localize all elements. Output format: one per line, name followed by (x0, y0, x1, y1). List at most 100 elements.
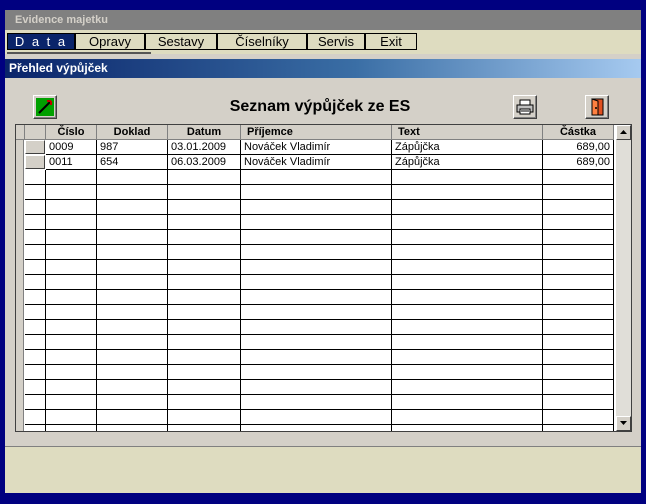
table-cell[interactable]: 654 (97, 155, 168, 170)
empty-cell[interactable] (543, 305, 614, 320)
empty-cell[interactable] (543, 380, 614, 395)
row-selector-cell[interactable] (25, 200, 46, 215)
empty-cell[interactable] (46, 305, 97, 320)
empty-cell[interactable] (543, 395, 614, 410)
empty-cell[interactable] (46, 320, 97, 335)
empty-cell[interactable] (392, 320, 543, 335)
row-selector-cell[interactable] (25, 410, 46, 425)
table-cell[interactable]: 987 (97, 140, 168, 155)
row-selector-cell[interactable] (25, 230, 46, 245)
empty-cell[interactable] (392, 365, 543, 380)
empty-cell[interactable] (97, 320, 168, 335)
table-cell[interactable]: 0009 (46, 140, 97, 155)
empty-cell[interactable] (46, 365, 97, 380)
empty-cell[interactable] (543, 365, 614, 380)
empty-cell[interactable] (392, 245, 543, 260)
print-button[interactable] (513, 95, 537, 119)
empty-cell[interactable] (392, 395, 543, 410)
empty-cell[interactable] (543, 335, 614, 350)
empty-cell[interactable] (543, 200, 614, 215)
empty-cell[interactable] (392, 425, 543, 431)
scroll-down-button[interactable] (616, 416, 631, 431)
menu-opravy[interactable]: Opravy (75, 33, 145, 50)
table-cell[interactable]: 689,00 (543, 140, 614, 155)
row-selector-cell[interactable] (25, 305, 46, 320)
empty-cell[interactable] (392, 410, 543, 425)
empty-cell[interactable] (392, 305, 543, 320)
row-select-button[interactable] (25, 155, 45, 169)
empty-cell[interactable] (97, 260, 168, 275)
empty-cell[interactable] (46, 335, 97, 350)
empty-cell[interactable] (168, 185, 241, 200)
table-cell[interactable]: 06.03.2009 (168, 155, 241, 170)
table-cell[interactable]: 689,00 (543, 155, 614, 170)
empty-cell[interactable] (46, 230, 97, 245)
empty-cell[interactable] (46, 215, 97, 230)
empty-cell[interactable] (241, 425, 392, 431)
row-select-button[interactable] (25, 140, 45, 154)
empty-cell[interactable] (241, 230, 392, 245)
empty-cell[interactable] (392, 215, 543, 230)
column-header-castka[interactable]: Částka (543, 125, 614, 140)
empty-cell[interactable] (97, 230, 168, 245)
empty-cell[interactable] (46, 275, 97, 290)
empty-cell[interactable] (241, 380, 392, 395)
empty-cell[interactable] (168, 200, 241, 215)
empty-cell[interactable] (168, 215, 241, 230)
empty-cell[interactable] (392, 185, 543, 200)
row-selector-cell[interactable] (25, 425, 46, 431)
empty-cell[interactable] (241, 365, 392, 380)
empty-cell[interactable] (392, 170, 543, 185)
empty-cell[interactable] (392, 260, 543, 275)
column-header-datum[interactable]: Datum (168, 125, 241, 140)
menu-data[interactable]: D a t a (7, 33, 75, 50)
empty-cell[interactable] (97, 185, 168, 200)
empty-cell[interactable] (97, 290, 168, 305)
empty-cell[interactable] (97, 200, 168, 215)
row-selector-cell[interactable] (25, 290, 46, 305)
empty-cell[interactable] (543, 245, 614, 260)
empty-cell[interactable] (241, 215, 392, 230)
row-selector-cell[interactable] (25, 320, 46, 335)
empty-cell[interactable] (97, 350, 168, 365)
empty-cell[interactable] (46, 290, 97, 305)
empty-cell[interactable] (392, 350, 543, 365)
empty-cell[interactable] (168, 350, 241, 365)
empty-cell[interactable] (46, 185, 97, 200)
empty-cell[interactable] (241, 350, 392, 365)
empty-cell[interactable] (392, 380, 543, 395)
menu-exit[interactable]: Exit (365, 33, 417, 50)
empty-cell[interactable] (241, 305, 392, 320)
empty-cell[interactable] (241, 335, 392, 350)
empty-cell[interactable] (241, 260, 392, 275)
empty-cell[interactable] (543, 320, 614, 335)
vertical-scrollbar[interactable] (616, 125, 631, 431)
empty-cell[interactable] (392, 335, 543, 350)
row-selector-cell[interactable] (25, 350, 46, 365)
empty-cell[interactable] (168, 380, 241, 395)
empty-cell[interactable] (46, 245, 97, 260)
exit-button[interactable] (585, 95, 609, 119)
empty-cell[interactable] (168, 320, 241, 335)
empty-cell[interactable] (46, 260, 97, 275)
row-selector-cell[interactable] (25, 365, 46, 380)
empty-cell[interactable] (168, 275, 241, 290)
empty-cell[interactable] (97, 335, 168, 350)
empty-cell[interactable] (168, 425, 241, 431)
empty-cell[interactable] (97, 275, 168, 290)
empty-cell[interactable] (543, 275, 614, 290)
column-header-doklad[interactable]: Doklad (97, 125, 168, 140)
table-cell[interactable]: Zápůjčka (392, 155, 543, 170)
row-selector-cell[interactable] (25, 335, 46, 350)
empty-cell[interactable] (46, 395, 97, 410)
edit-button[interactable] (33, 95, 57, 119)
menu-ciselniky[interactable]: Číselníky (217, 33, 307, 50)
empty-cell[interactable] (392, 275, 543, 290)
empty-cell[interactable] (543, 425, 614, 431)
empty-cell[interactable] (241, 410, 392, 425)
empty-cell[interactable] (241, 245, 392, 260)
empty-cell[interactable] (168, 170, 241, 185)
empty-cell[interactable] (543, 260, 614, 275)
row-selector-cell[interactable] (25, 185, 46, 200)
row-selector-cell[interactable] (25, 395, 46, 410)
